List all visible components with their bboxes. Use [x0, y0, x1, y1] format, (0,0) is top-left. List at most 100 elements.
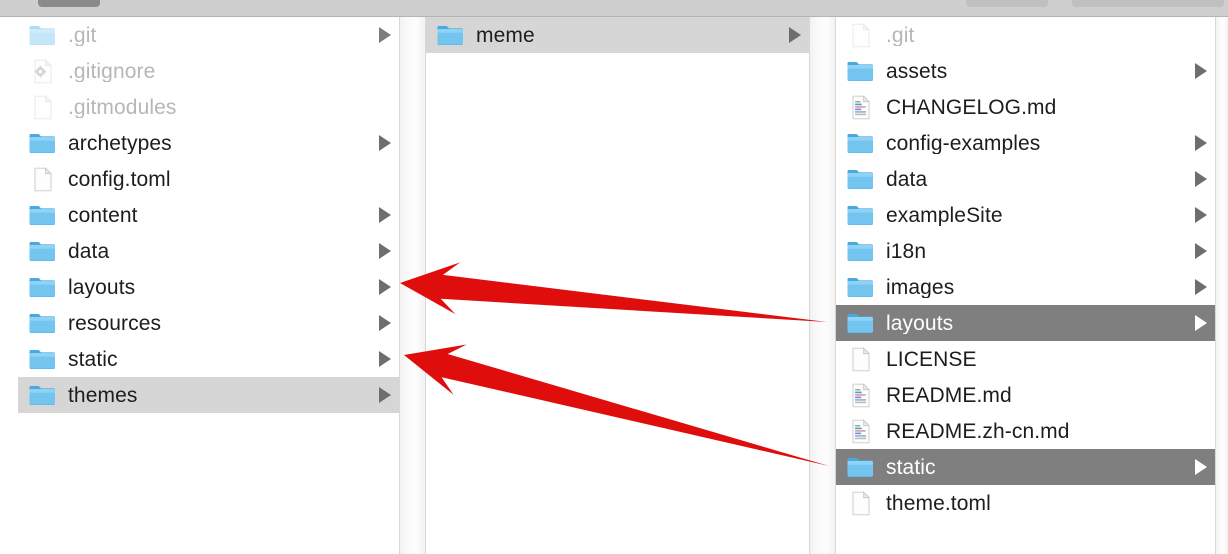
file-name-label: .gitmodules — [68, 96, 177, 118]
file-row[interactable]: .git — [836, 17, 1215, 53]
file-row[interactable]: i18n — [836, 233, 1215, 269]
file-row[interactable]: data — [836, 161, 1215, 197]
file-row[interactable]: theme.toml — [836, 485, 1215, 521]
file-row[interactable]: .git — [18, 17, 399, 53]
file-row[interactable]: config.toml — [18, 161, 399, 197]
file-name-label: .git — [68, 24, 97, 46]
chevron-right-icon[interactable] — [379, 387, 391, 403]
window-toolbar — [0, 0, 1228, 17]
file-row[interactable]: .gitignore — [18, 53, 399, 89]
chevron-right-icon[interactable] — [379, 27, 391, 43]
file-row[interactable]: layouts — [18, 269, 399, 305]
folder-icon — [28, 383, 57, 408]
file-row[interactable]: content — [18, 197, 399, 233]
folder-icon — [846, 59, 875, 84]
file-name-label: data — [68, 240, 110, 262]
file-row[interactable]: resources — [18, 305, 399, 341]
toolbar-button-right-2[interactable] — [1072, 0, 1224, 7]
toolbar-button-left[interactable] — [38, 0, 100, 7]
folder-icon — [846, 239, 875, 264]
file-row[interactable]: exampleSite — [836, 197, 1215, 233]
file-name-label: meme — [476, 24, 535, 46]
chevron-right-icon[interactable] — [379, 243, 391, 259]
file-name-label: images — [886, 276, 955, 298]
finder-column-1[interactable]: .git .gitignore .gitmodules archetypes confi… — [18, 17, 399, 554]
file-row[interactable]: images — [836, 269, 1215, 305]
toolbar-button-right-1[interactable] — [966, 0, 1048, 7]
file-row[interactable]: static — [836, 449, 1215, 485]
folder-icon — [846, 275, 875, 300]
file-name-label: config.toml — [68, 168, 171, 190]
column-3-scroll-gutter[interactable] — [1215, 17, 1228, 554]
file-row[interactable]: CHANGELOG.md — [836, 89, 1215, 125]
finder-column-2[interactable]: meme — [426, 17, 809, 554]
folder-icon — [436, 23, 465, 48]
document-icon — [846, 490, 875, 516]
file-row[interactable]: assets — [836, 53, 1215, 89]
column-1-list: .git .gitignore .gitmodules archetypes confi… — [18, 17, 399, 413]
folder-icon — [28, 311, 57, 336]
markdown-icon — [846, 94, 875, 120]
folder-icon — [846, 131, 875, 156]
file-name-label: exampleSite — [886, 204, 1003, 226]
folder-icon — [28, 275, 57, 300]
file-row[interactable]: config-examples — [836, 125, 1215, 161]
folder-icon — [846, 167, 875, 192]
chevron-right-icon[interactable] — [1195, 207, 1207, 223]
document-icon — [28, 94, 57, 120]
document-icon — [846, 22, 875, 48]
file-name-label: resources — [68, 312, 162, 334]
column-2-scroll-gutter[interactable] — [809, 17, 836, 554]
file-name-label: LICENSE — [886, 348, 977, 370]
file-row[interactable]: archetypes — [18, 125, 399, 161]
chevron-right-icon[interactable] — [1195, 171, 1207, 187]
chevron-right-icon[interactable] — [1195, 63, 1207, 79]
file-name-label: archetypes — [68, 132, 172, 154]
file-name-label: CHANGELOG.md — [886, 96, 1057, 118]
file-name-label: config-examples — [886, 132, 1041, 154]
folder-icon — [28, 23, 57, 48]
chevron-right-icon[interactable] — [1195, 459, 1207, 475]
file-name-label: README.zh-cn.md — [886, 420, 1070, 442]
file-name-label: .git — [886, 24, 915, 46]
file-row[interactable]: data — [18, 233, 399, 269]
file-row[interactable]: LICENSE — [836, 341, 1215, 377]
file-row[interactable]: meme — [426, 17, 809, 53]
chevron-right-icon[interactable] — [1195, 135, 1207, 151]
file-name-label: static — [886, 456, 936, 478]
chevron-right-icon[interactable] — [379, 207, 391, 223]
document-icon — [846, 346, 875, 372]
markdown-icon — [846, 418, 875, 444]
folder-icon — [846, 455, 875, 480]
file-row[interactable]: README.zh-cn.md — [836, 413, 1215, 449]
chevron-right-icon[interactable] — [379, 351, 391, 367]
file-name-label: static — [68, 348, 118, 370]
chevron-right-icon[interactable] — [1195, 315, 1207, 331]
chevron-right-icon[interactable] — [1195, 243, 1207, 259]
finder-window: .git .gitignore .gitmodules archetypes confi… — [0, 0, 1228, 554]
column-2-list: meme — [426, 17, 809, 53]
file-name-label: .gitignore — [68, 60, 156, 82]
chevron-right-icon[interactable] — [379, 315, 391, 331]
file-row[interactable]: README.md — [836, 377, 1215, 413]
folder-icon — [28, 131, 57, 156]
file-row[interactable]: .gitmodules — [18, 89, 399, 125]
chevron-right-icon[interactable] — [379, 279, 391, 295]
column-1-scroll-gutter[interactable] — [399, 17, 426, 554]
file-name-label: assets — [886, 60, 948, 82]
file-row[interactable]: static — [18, 341, 399, 377]
chevron-right-icon[interactable] — [379, 135, 391, 151]
file-row[interactable]: layouts — [836, 305, 1215, 341]
file-name-label: theme.toml — [886, 492, 991, 514]
folder-icon — [28, 239, 57, 264]
folder-icon — [28, 347, 57, 372]
file-row[interactable]: themes — [18, 377, 399, 413]
chevron-right-icon[interactable] — [1195, 279, 1207, 295]
file-name-label: README.md — [886, 384, 1012, 406]
folder-icon — [846, 311, 875, 336]
markdown-icon — [846, 382, 875, 408]
chevron-right-icon[interactable] — [789, 27, 801, 43]
document-icon — [28, 166, 57, 192]
file-name-label: themes — [68, 384, 138, 406]
finder-column-3[interactable]: .git assets CHANGELOG.md config-examples dat… — [836, 17, 1215, 554]
